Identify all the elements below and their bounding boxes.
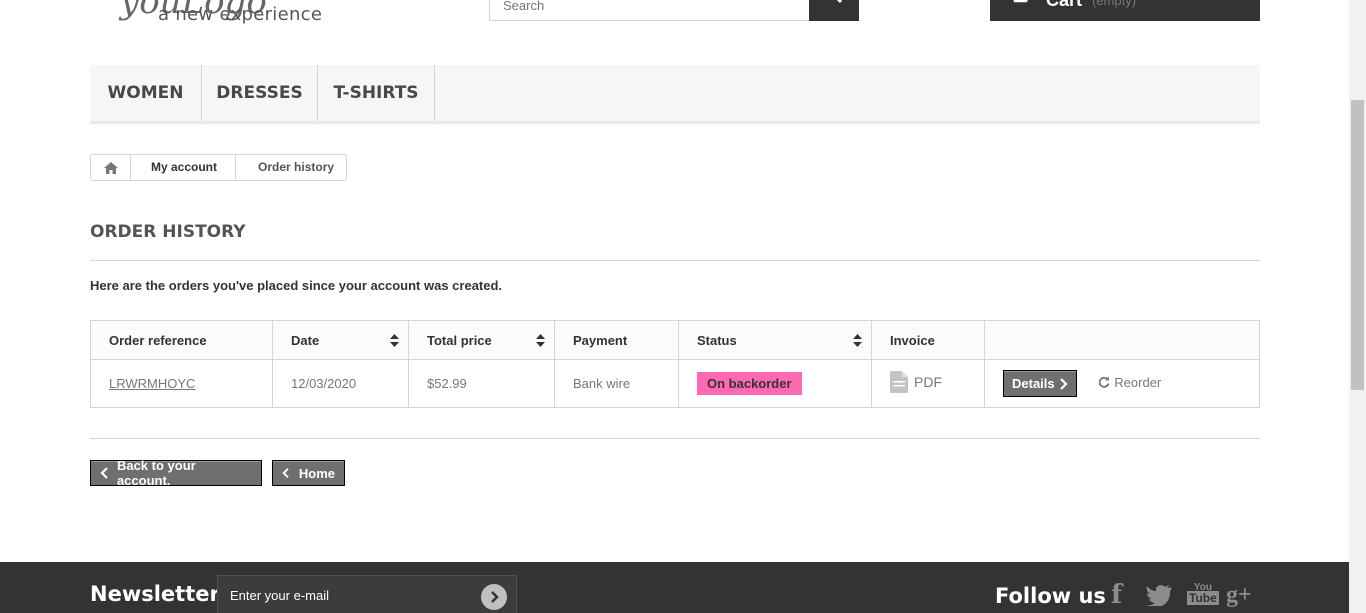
file-pdf-icon xyxy=(890,371,908,393)
facebook-icon[interactable]: f xyxy=(1111,580,1122,610)
cell-total: $52.99 xyxy=(408,359,555,408)
chevron-left-icon xyxy=(282,468,289,478)
logo-tagline: a new experience xyxy=(158,4,323,25)
status-badge: On backorder xyxy=(697,372,802,395)
home-label: Home xyxy=(298,465,335,481)
cart-label: Cart xyxy=(1046,0,1083,10)
search-button[interactable] xyxy=(809,0,859,21)
newsletter-title: Newsletter xyxy=(90,582,220,606)
scrollbar[interactable] xyxy=(1349,0,1366,613)
sort-icon[interactable] xyxy=(390,334,399,347)
menu-item-dresses[interactable]: DRESSES xyxy=(202,65,318,121)
col-payment: Payment xyxy=(554,320,679,360)
home-icon xyxy=(103,161,118,174)
cell-actions: Details Reorder xyxy=(984,359,1260,408)
chevron-right-icon xyxy=(1059,377,1068,390)
table-row: LRWRMHOYC 12/03/2020 $52.99 Bank wire On… xyxy=(90,359,1260,408)
chevron-right-icon xyxy=(491,591,499,603)
order-reference-link[interactable]: LRWRMHOYC xyxy=(109,376,195,391)
col-status[interactable]: Status xyxy=(678,320,872,360)
order-table: Order reference Date Total price Payment… xyxy=(90,320,1260,408)
sort-icon[interactable] xyxy=(853,334,862,347)
refresh-icon xyxy=(1099,376,1110,388)
cart-button[interactable]: Cart (empty) xyxy=(990,0,1260,21)
search-input[interactable] xyxy=(489,0,810,21)
search-bar xyxy=(489,0,859,21)
follow-us-title: Follow us xyxy=(995,584,1106,608)
menu-item-women[interactable]: WOMEN xyxy=(90,65,202,121)
cart-icon xyxy=(1013,0,1028,3)
invoice-label: PDF xyxy=(914,374,942,390)
menu-item-tshirts[interactable]: T-SHIRTS xyxy=(318,65,435,121)
youtube-icon[interactable]: You Tube xyxy=(1187,582,1219,605)
newsletter-email-input[interactable] xyxy=(217,575,517,613)
google-plus-icon[interactable]: g+ xyxy=(1226,582,1252,609)
invoice-pdf-link[interactable]: PDF xyxy=(890,371,942,393)
col-total-price[interactable]: Total price xyxy=(408,320,555,360)
breadcrumb: My account Order history xyxy=(90,154,348,181)
back-to-account-button[interactable]: Back to your account. xyxy=(90,458,262,488)
cart-status: (empty) xyxy=(1092,0,1137,8)
back-label: Back to your account. xyxy=(116,458,196,488)
cell-date: 12/03/2020 xyxy=(272,359,409,408)
col-order-reference: Order reference xyxy=(90,320,273,360)
chevron-left-icon xyxy=(100,467,108,479)
breadcrumb-home[interactable] xyxy=(91,155,131,180)
scrollbar-thumb[interactable] xyxy=(1351,100,1364,390)
home-button[interactable]: Home xyxy=(272,460,345,486)
intro-text: Here are the orders you've placed since … xyxy=(90,278,503,293)
divider xyxy=(90,260,1260,261)
breadcrumb-current: Order history xyxy=(258,160,335,174)
table-header-row: Order reference Date Total price Payment… xyxy=(90,320,1260,360)
details-label: Details xyxy=(1012,376,1055,391)
col-date[interactable]: Date xyxy=(272,320,409,360)
cell-payment: Bank wire xyxy=(554,359,679,408)
col-actions xyxy=(984,320,1260,360)
cell-invoice: PDF xyxy=(871,359,985,408)
col-invoice: Invoice xyxy=(871,320,985,360)
divider xyxy=(90,438,1260,439)
twitter-icon[interactable] xyxy=(1146,584,1172,606)
details-button[interactable]: Details xyxy=(1003,370,1077,397)
newsletter-submit-button[interactable] xyxy=(481,584,507,610)
reorder-link[interactable]: Reorder xyxy=(1098,375,1161,390)
main-menu: WOMEN DRESSES T-SHIRTS xyxy=(90,65,1260,124)
reorder-label: Reorder xyxy=(1114,374,1162,390)
search-icon xyxy=(836,0,843,4)
cell-reference: LRWRMHOYC xyxy=(90,359,273,408)
sort-icon[interactable] xyxy=(536,334,545,347)
page-title: ORDER HISTORY xyxy=(90,222,246,242)
cell-status: On backorder xyxy=(678,359,872,408)
breadcrumb-my-account[interactable]: My account xyxy=(131,155,237,180)
footer: Newsletter Follow us f YouTube g+ xyxy=(0,562,1349,613)
